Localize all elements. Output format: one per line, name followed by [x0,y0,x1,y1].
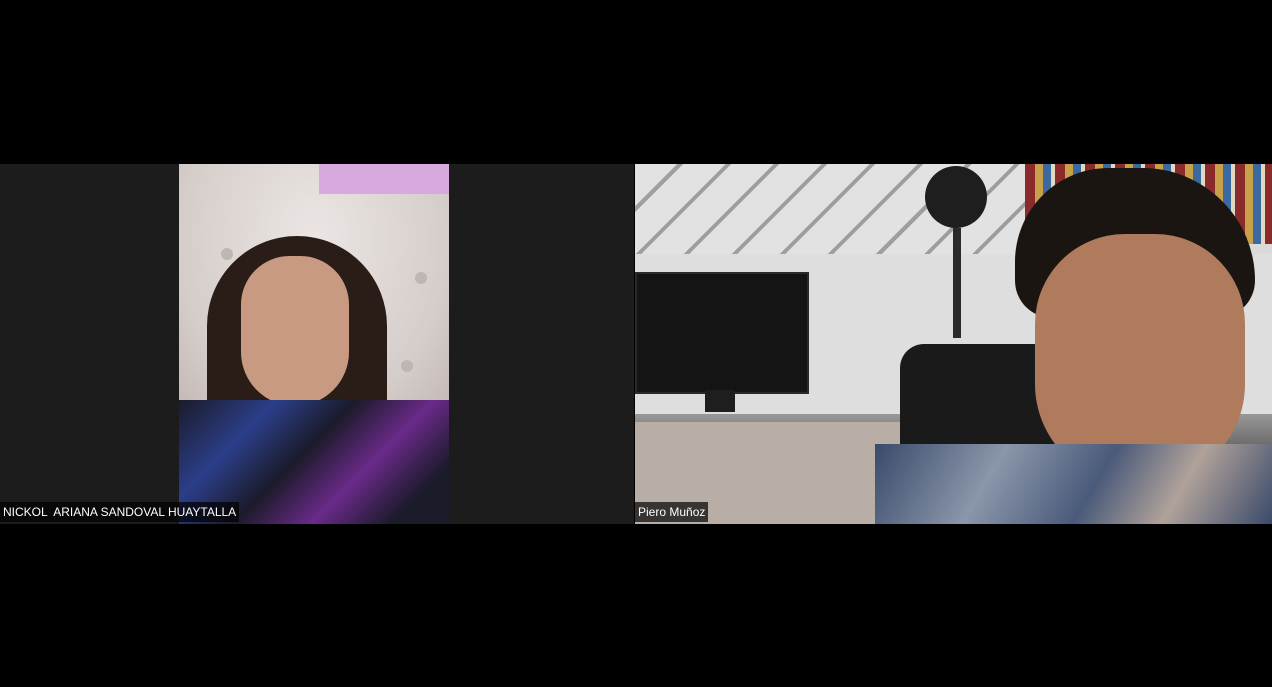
video-background-detail [319,164,449,194]
participant-tile-2[interactable]: Piero Muñoz [635,164,1272,524]
headboard-button [401,360,413,372]
participant-name-label: NICKOL ARIANA SANDOVAL HUAYTALLA [0,502,240,522]
monitor-stand [705,390,735,412]
participant-clothing [875,444,1272,524]
computer-monitor [635,272,809,394]
video-gallery: NICKOL ARIANA SANDOVAL HUAYTALLA Piero M… [0,0,1272,687]
headboard-button [221,248,233,260]
microphone-stand [953,228,961,338]
participant-tile-1[interactable]: NICKOL ARIANA SANDOVAL HUAYTALLA [0,164,634,524]
participant-face [241,256,349,406]
participant-name-label: Piero Muñoz [635,502,709,522]
microphone [925,166,987,228]
participant-video-1 [179,164,449,524]
participant-video-2 [635,164,1272,524]
headboard-button [415,272,427,284]
